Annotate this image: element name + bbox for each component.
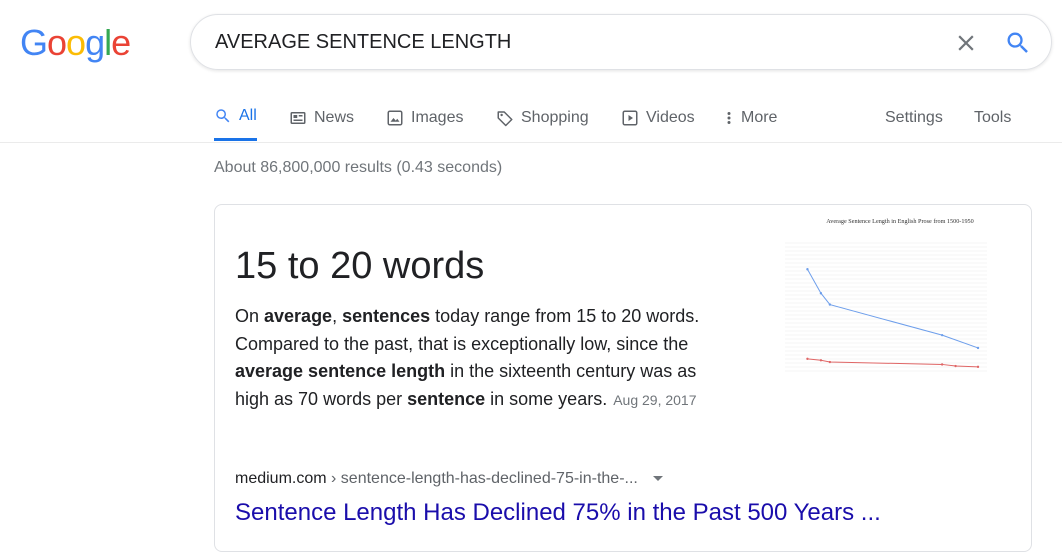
chart-point	[806, 357, 809, 361]
chart-point	[828, 303, 832, 306]
tools-link[interactable]: Tools	[974, 94, 1011, 141]
logo-letter: e	[111, 22, 131, 63]
tab-label: News	[314, 108, 355, 126]
settings-label: Settings	[885, 108, 943, 126]
play-icon	[622, 110, 638, 125]
search-icon	[1007, 32, 1028, 53]
snippet-bold-term: sentences	[342, 306, 431, 326]
featured-snippet: 15 to 20 words On average, sentences tod…	[214, 204, 1032, 552]
settings-link[interactable]: Settings	[885, 94, 943, 141]
search-button[interactable]	[1004, 29, 1032, 57]
search-box	[190, 14, 1052, 70]
chart-point	[940, 363, 944, 366]
answer-heading: 15 to 20 words	[235, 245, 485, 287]
chart-point	[806, 268, 809, 271]
snippet-bold-term: average sentence length	[235, 361, 446, 381]
tab-all[interactable]: All	[214, 94, 257, 141]
more-vert-icon	[727, 111, 731, 124]
chart-title: Average Sentence Length in English Prose…	[826, 218, 974, 225]
snippet-run: in some years.	[485, 388, 608, 409]
search-input[interactable]	[215, 15, 915, 69]
chart-point	[819, 359, 823, 362]
result-citation: medium.com › sentence-length-has-decline…	[235, 470, 664, 488]
tab-images[interactable]: Images	[386, 94, 463, 141]
logo-letter: G	[20, 22, 48, 63]
snippet-bold-term: average	[264, 306, 333, 326]
image-icon	[387, 110, 403, 125]
snippet-date: Aug 29, 2017	[613, 391, 697, 408]
snippet-run: On	[235, 306, 265, 326]
cite-menu-button[interactable]	[652, 470, 664, 488]
chart-point	[940, 333, 944, 337]
search-icon	[216, 109, 230, 123]
tab-label: All	[239, 107, 257, 124]
tab-videos[interactable]: Videos	[621, 94, 695, 141]
snippet-chart-thumbnail[interactable]: Average Sentence Length in English Prose…	[755, 213, 1015, 393]
chart-point	[819, 292, 823, 295]
chart-grid	[785, 242, 987, 372]
arrow-drop-down-icon	[653, 476, 664, 481]
snippet-bold-term: sentence	[407, 388, 486, 409]
snippet-run: ,	[332, 306, 343, 326]
tab-label: Images	[411, 108, 464, 126]
tools-label: Tools	[974, 108, 1012, 126]
tab-label: Shopping	[521, 108, 589, 126]
clear-search-button[interactable]	[953, 30, 979, 56]
logo-letter: o	[66, 22, 86, 63]
tab-news[interactable]: News	[289, 94, 354, 141]
tab-more[interactable]: More	[724, 94, 777, 141]
chart-point	[976, 365, 980, 369]
chart-point	[976, 346, 980, 350]
news-icon	[290, 111, 306, 124]
result-title-link[interactable]: Sentence Length Has Declined 75% in the …	[235, 499, 881, 527]
snippet-text: On average, sentences today range from 1…	[235, 303, 735, 414]
chart-point	[954, 364, 957, 368]
tab-shopping[interactable]: Shopping	[496, 94, 589, 141]
chart-series-line-1	[807, 268, 979, 349]
chart-point	[828, 360, 832, 364]
close-icon	[958, 35, 974, 51]
result-stats: About 86,800,000 results (0.43 seconds)	[214, 159, 503, 176]
tab-label: More	[741, 108, 778, 126]
cite-domain: medium.com	[235, 470, 327, 488]
cite-path: › sentence-length-has-declined-75-in-the…	[326, 470, 638, 488]
tag-icon	[497, 110, 513, 126]
logo-letter: g	[85, 22, 105, 63]
google-logo[interactable]: Google	[20, 22, 131, 64]
logo-letter: o	[47, 22, 67, 63]
search-tabs: All News Images Shopping Videos More Set…	[0, 94, 1062, 143]
tab-label: Videos	[646, 108, 695, 126]
